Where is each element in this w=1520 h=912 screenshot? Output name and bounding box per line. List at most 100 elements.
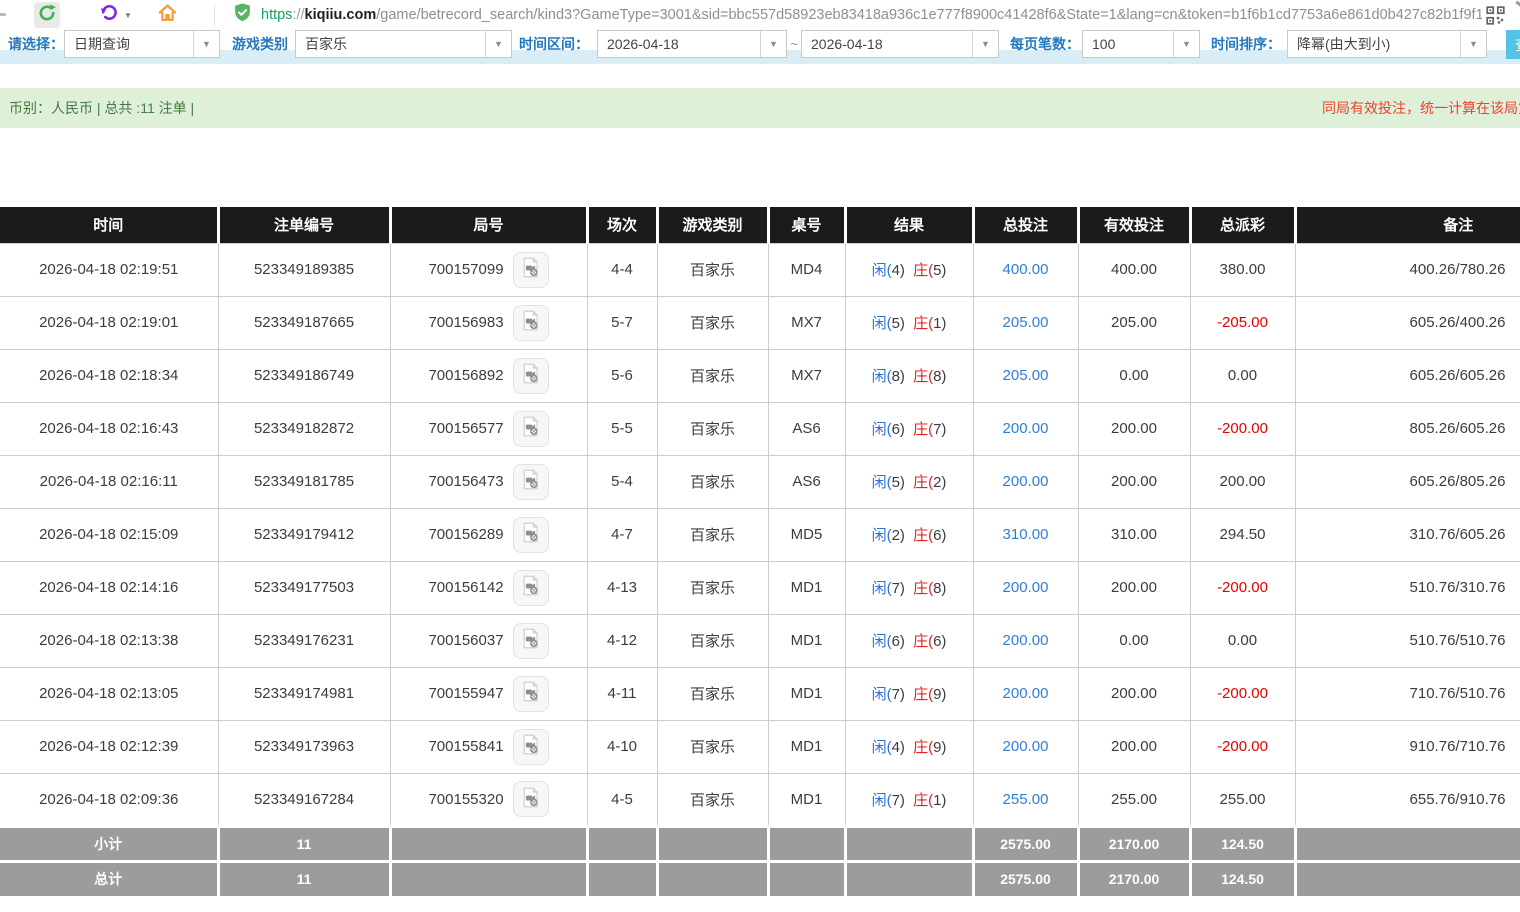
video-replay-button[interactable]: [513, 252, 549, 288]
bet-time: 2026-04-18 02:19:01: [0, 296, 218, 349]
payout: 380.00: [1190, 243, 1295, 296]
header-table-id: 桌号: [768, 207, 845, 243]
total-bet-link[interactable]: 400.00: [973, 243, 1078, 296]
video-replay-button[interactable]: [513, 570, 549, 606]
bet-id: 523349187665: [218, 296, 390, 349]
remark: 910.76/710.76: [1295, 720, 1520, 773]
session: 5-5: [587, 402, 657, 455]
date-to-select[interactable]: 2026-04-18 ▼: [801, 30, 999, 58]
remark: 655.76/910.76: [1295, 773, 1520, 826]
session: 4-11: [587, 667, 657, 720]
game-type: 百家乐: [657, 296, 768, 349]
table-id: MD1: [768, 720, 845, 773]
video-replay-button[interactable]: [513, 411, 549, 447]
subtotal-valid-bet: 2170.00: [1078, 826, 1190, 861]
bet-time: 2026-04-18 02:15:09: [0, 508, 218, 561]
query-type-select[interactable]: 日期查询 ▼: [64, 30, 220, 58]
home-button[interactable]: [154, 2, 180, 28]
bet-time: 2026-04-18 02:12:39: [0, 720, 218, 773]
banker-result: 庄(6): [913, 630, 946, 651]
session: 4-12: [587, 614, 657, 667]
header-valid-bet: 有效投注: [1078, 207, 1190, 243]
date-from-select[interactable]: 2026-04-18 ▼: [597, 30, 787, 58]
bet-id: 523349179412: [218, 508, 390, 561]
video-replay-button[interactable]: [513, 729, 549, 765]
game-type-select[interactable]: 百家乐 ▼: [295, 30, 512, 58]
result-cell: 闲(8) 庄(8): [845, 349, 973, 402]
round-cell: 700156983: [390, 296, 587, 349]
round-id: 700156037: [428, 632, 503, 649]
home-icon: [157, 2, 178, 28]
payout: -205.00: [1190, 296, 1295, 349]
total-count: 11: [218, 861, 390, 896]
total-bet-link[interactable]: 255.00: [973, 773, 1078, 826]
table-row: 2026-04-18 02:09:36 523349167284 7001553…: [0, 773, 1520, 826]
table-id: MD1: [768, 773, 845, 826]
table-row: 2026-04-18 02:16:43 523349182872 7001565…: [0, 402, 1520, 455]
address-bar[interactable]: https://kiqiiu.com/game/betrecord_search…: [232, 0, 1482, 30]
payout: -200.00: [1190, 561, 1295, 614]
video-replay-button[interactable]: [513, 517, 549, 553]
total-bet-link[interactable]: 200.00: [973, 667, 1078, 720]
video-replay-button[interactable]: [513, 676, 549, 712]
bet-id: 523349174981: [218, 667, 390, 720]
total-bet-link[interactable]: 200.00: [973, 561, 1078, 614]
round-cell: 700156892: [390, 349, 587, 402]
per-page-select[interactable]: 100 ▼: [1082, 30, 1200, 58]
bet-id: 523349173963: [218, 720, 390, 773]
header-bet-id: 注单编号: [218, 207, 390, 243]
banker-result: 庄(1): [913, 312, 946, 333]
valid-bet: 200.00: [1078, 402, 1190, 455]
qr-code-icon[interactable]: [1486, 6, 1506, 26]
total-bet-link[interactable]: 200.00: [973, 455, 1078, 508]
result-cell: 闲(4) 庄(9): [845, 720, 973, 773]
player-result: 闲(6): [872, 630, 905, 651]
payout: 200.00: [1190, 455, 1295, 508]
table-row: 2026-04-18 02:14:16 523349177503 7001561…: [0, 561, 1520, 614]
shield-check-icon: [232, 2, 253, 28]
game-type: 百家乐: [657, 667, 768, 720]
total-valid-bet: 2170.00: [1078, 861, 1190, 896]
result-cell: 闲(4) 庄(5): [845, 243, 973, 296]
total-bet-link[interactable]: 205.00: [973, 296, 1078, 349]
session: 4-10: [587, 720, 657, 773]
video-replay-button[interactable]: [513, 358, 549, 394]
bet-time: 2026-04-18 02:14:16: [0, 561, 218, 614]
banker-result: 庄(8): [913, 365, 946, 386]
video-replay-button[interactable]: [513, 623, 549, 659]
bet-record-table: 时间 注单编号 局号 场次 游戏类别 桌号 结果 总投注 有效投注 总派彩 备注…: [0, 207, 1520, 896]
table-body: 2026-04-18 02:19:51 523349189385 7001570…: [0, 243, 1520, 826]
total-bet-link[interactable]: 200.00: [973, 720, 1078, 773]
currency-total-text: 币别：人民币 | 总共 :11 注单 |: [9, 88, 194, 128]
session: 5-7: [587, 296, 657, 349]
total-bet-link[interactable]: 310.00: [973, 508, 1078, 561]
url-path: /game/betrecord_search/kind3?GameType=30…: [376, 7, 1482, 23]
browser-toolbar: ▼ https://kiqiiu.com/game/betrecord_sear…: [0, 0, 1520, 30]
chevron-down-icon: ▼: [1173, 31, 1199, 57]
table-row: 2026-04-18 02:16:11 523349181785 7001564…: [0, 455, 1520, 508]
notice-text: 同局有效投注，统一计算在该局第: [1322, 88, 1520, 128]
player-result: 闲(5): [872, 312, 905, 333]
undo-dropdown-caret[interactable]: ▼: [124, 11, 132, 20]
undo-button[interactable]: [96, 2, 122, 28]
bet-id: 523349182872: [218, 402, 390, 455]
total-bet-link[interactable]: 200.00: [973, 614, 1078, 667]
video-replay-button[interactable]: [513, 464, 549, 500]
round-cell: 700155947: [390, 667, 587, 720]
chevron-down-icon: ▼: [485, 31, 511, 57]
banker-result: 庄(2): [913, 471, 946, 492]
player-result: 闲(4): [872, 736, 905, 757]
total-bet-link[interactable]: 205.00: [973, 349, 1078, 402]
video-replay-button[interactable]: [513, 781, 549, 817]
video-file-icon: [520, 310, 541, 335]
bet-time: 2026-04-18 02:16:11: [0, 455, 218, 508]
video-replay-button[interactable]: [513, 305, 549, 341]
valid-bet: 0.00: [1078, 614, 1190, 667]
chevron-down-icon: ▼: [760, 31, 786, 57]
time-sort-select[interactable]: 降幂(由大到小) ▼: [1287, 30, 1487, 58]
reload-button[interactable]: [34, 2, 60, 28]
round-cell: 700156577: [390, 402, 587, 455]
total-bet-link[interactable]: 200.00: [973, 402, 1078, 455]
search-button[interactable]: 查询: [1506, 30, 1520, 59]
time-range-label: 时间区间：: [519, 30, 589, 58]
